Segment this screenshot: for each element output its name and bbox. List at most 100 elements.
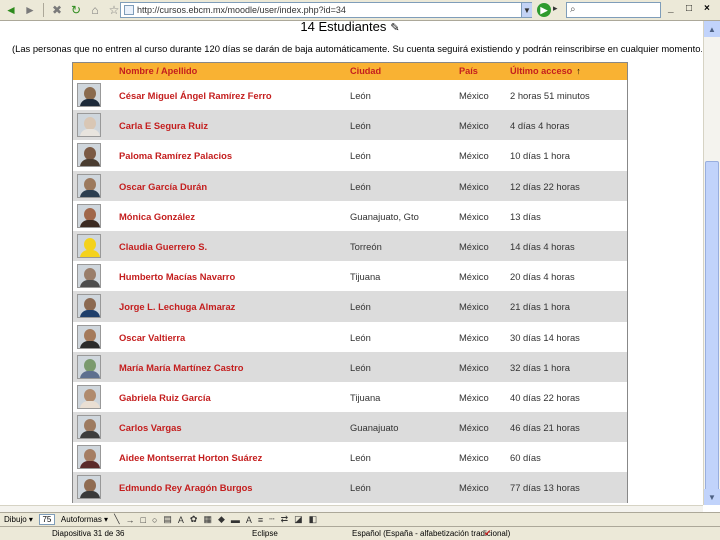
student-city: Torreón: [350, 240, 382, 252]
forward-icon[interactable]: ►: [22, 2, 38, 18]
3d-icon[interactable]: ◧: [309, 514, 318, 525]
avatar-body: [80, 431, 100, 439]
avatar[interactable]: [77, 354, 101, 379]
column-header-country[interactable]: País: [459, 66, 478, 76]
clipart-tool-icon[interactable]: ✿: [190, 514, 198, 525]
horizontal-scrollbar[interactable]: [0, 505, 703, 512]
draw-menu[interactable]: Dibujo ▾: [4, 515, 33, 524]
minimize-icon[interactable]: _: [668, 3, 674, 14]
student-name-link[interactable]: Mónica González: [119, 211, 195, 222]
avatar-body: [80, 99, 100, 106]
student-country: México: [459, 331, 489, 343]
student-name-link[interactable]: Carla E Segura Ruiz: [119, 120, 208, 131]
maximize-icon[interactable]: □: [686, 3, 692, 14]
column-header-city[interactable]: Ciudad: [350, 66, 381, 76]
avatar[interactable]: [77, 294, 101, 319]
shadow-icon[interactable]: ◪: [294, 514, 303, 525]
student-name-link[interactable]: Oscar García Durán: [119, 181, 207, 192]
autoshapes-menu[interactable]: Autoformas ▾: [61, 515, 108, 524]
scroll-down-icon[interactable]: ▼: [704, 489, 720, 505]
student-name-link[interactable]: Edmundo Rey Aragón Burgos: [119, 482, 253, 493]
table-row: María María Martínez Castro León México 32 …: [73, 351, 627, 382]
student-last-access: 77 días 13 horas: [510, 482, 580, 494]
avatar[interactable]: [77, 475, 101, 500]
avatar[interactable]: [77, 173, 101, 198]
rectangle-tool-icon[interactable]: □: [141, 515, 146, 525]
student-city: León: [350, 452, 371, 464]
stop-icon[interactable]: ✖: [49, 2, 65, 18]
student-country: México: [459, 452, 489, 464]
column-header-name[interactable]: Nombre / Apellido: [119, 66, 197, 76]
student-name-link[interactable]: Paloma Ramírez Palacios: [119, 150, 232, 161]
refresh-icon[interactable]: ↻: [68, 2, 84, 18]
textbox-tool-icon[interactable]: ▤: [163, 514, 172, 525]
avatar[interactable]: [77, 203, 101, 228]
line-style-icon[interactable]: ≡: [258, 515, 263, 525]
scrollbar-thumb[interactable]: [705, 161, 719, 491]
student-name-link[interactable]: Carlos Vargas: [119, 422, 182, 433]
arrow-tool-icon[interactable]: →: [126, 515, 135, 525]
student-country: México: [459, 391, 489, 403]
student-name-link[interactable]: Gabriela Ruiz García: [119, 392, 211, 403]
student-country: México: [459, 150, 489, 162]
zoom-field[interactable]: 75: [38, 514, 55, 525]
search-input[interactable]: ⌕: [566, 2, 661, 18]
student-name-link[interactable]: Aidee Montserrat Horton Suárez: [119, 452, 262, 463]
fill-color-icon[interactable]: ◆: [218, 514, 225, 525]
column-header-last-access[interactable]: Último acceso ↑: [510, 66, 581, 76]
arrow-style-icon[interactable]: ⇄: [281, 514, 289, 525]
avatar[interactable]: [77, 415, 101, 440]
avatar-body: [80, 189, 100, 197]
page-title-text: 14 Estudiantes: [300, 19, 387, 34]
table-row: Claudia Guerrero S. Torreón México 14 días …: [73, 230, 627, 262]
avatar[interactable]: [77, 83, 101, 107]
avatar[interactable]: [77, 324, 101, 349]
avatar[interactable]: [77, 264, 101, 289]
table-body: César Miguel Ángel Ramírez Ferro León Méxi…: [73, 80, 627, 503]
student-country: México: [459, 422, 489, 434]
avatar[interactable]: [77, 113, 101, 138]
student-city: Tijuana: [350, 391, 381, 403]
student-last-access: 20 días 4 horas: [510, 271, 575, 283]
column-header-last-access-label: Último acceso: [510, 66, 573, 76]
avatar[interactable]: [77, 445, 101, 470]
close-icon[interactable]: ×: [704, 3, 710, 14]
avatar[interactable]: [77, 233, 101, 258]
student-name-link[interactable]: María María Martínez Castro: [119, 362, 244, 373]
address-bar[interactable]: http://cursos.ebcm.mx/moodle/user/index.…: [120, 2, 532, 18]
go-arrow-icon[interactable]: ▸: [553, 3, 558, 14]
line-color-icon[interactable]: ▬: [231, 515, 240, 525]
picture-tool-icon[interactable]: ▦: [203, 514, 212, 525]
avatar-body: [80, 310, 100, 318]
back-icon[interactable]: ◄: [3, 2, 19, 18]
avatar-head: [84, 358, 96, 372]
student-name-link[interactable]: César Miguel Ángel Ramírez Ferro: [119, 90, 272, 101]
spellcheck-icon: ✔: [484, 528, 492, 538]
avatar-body: [80, 219, 100, 227]
avatar[interactable]: [77, 384, 101, 409]
sort-ascending-icon: ↑: [576, 66, 581, 76]
dash-style-icon[interactable]: ┄: [269, 514, 274, 525]
student-name-link[interactable]: Humberto Macías Navarro: [119, 271, 235, 282]
line-tool-icon[interactable]: ╲: [114, 514, 119, 525]
home-icon[interactable]: ⌂: [87, 2, 103, 18]
go-button[interactable]: ▶: [537, 3, 551, 17]
oval-tool-icon[interactable]: ○: [152, 515, 157, 525]
student-country: México: [459, 271, 489, 283]
student-last-access: 21 días 1 hora: [510, 301, 570, 313]
address-dropdown-icon[interactable]: ▼: [521, 3, 532, 17]
font-color-icon[interactable]: A: [246, 515, 252, 525]
wordart-tool-icon[interactable]: A: [178, 515, 184, 525]
vertical-scrollbar[interactable]: ▲ ▼: [703, 21, 720, 505]
student-country: México: [459, 90, 489, 101]
student-country: México: [459, 301, 489, 313]
avatar-head: [84, 177, 96, 191]
edit-icon[interactable]: ✎: [390, 22, 399, 34]
student-name-link[interactable]: Claudia Guerrero S.: [119, 241, 207, 252]
student-name-link[interactable]: Oscar Valtierra: [119, 332, 185, 343]
student-last-access: 40 días 22 horas: [510, 391, 580, 403]
student-name-link[interactable]: Jorge L. Lechuga Almaraz: [119, 301, 235, 312]
avatar[interactable]: [77, 143, 101, 168]
scroll-up-icon[interactable]: ▲: [704, 21, 720, 37]
student-last-access: 2 horas 51 minutos: [510, 90, 590, 101]
